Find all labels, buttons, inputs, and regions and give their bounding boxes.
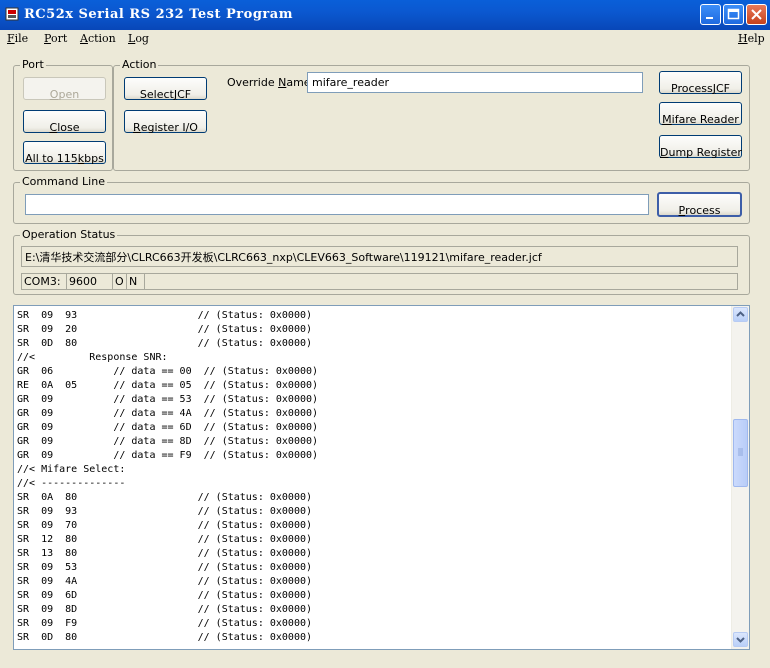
select-jcf-button[interactable]: Select JCF: [124, 77, 207, 101]
log-line: SR 0D 80 // (Status: 0x0000): [17, 632, 313, 643]
log-lines: SR 09 93 // (Status: 0x0000) SR 09 20 // …: [17, 309, 318, 645]
log-line: SR 09 70 // (Status: 0x0000): [17, 520, 313, 531]
close-port-button[interactable]: Close: [23, 110, 106, 134]
connection-status-bar: COM3: 9600 O N: [21, 273, 738, 290]
port-group-label: Port: [20, 58, 46, 71]
menu-action[interactable]: Action: [80, 32, 116, 45]
baud-status: 9600: [67, 274, 113, 289]
port-status: COM3:: [22, 274, 67, 289]
window-title: RC52x Serial RS 232 Test Program: [24, 7, 293, 22]
action-group-label: Action: [120, 58, 159, 71]
scroll-down-button[interactable]: [733, 632, 748, 647]
log-line: GR 09 // data == 4A // (Status: 0x0000): [17, 408, 319, 419]
main-window: RC52x Serial RS 232 Test Program File Po…: [0, 0, 770, 668]
override-name-label: Override Name:: [227, 76, 315, 89]
process-command-button[interactable]: Process: [657, 192, 742, 217]
close-button[interactable]: [746, 4, 767, 25]
log-line: SR 09 F9 // (Status: 0x0000): [17, 618, 313, 629]
mifare-reader-button[interactable]: Mifare Reader: [659, 102, 742, 126]
minimize-button[interactable]: [700, 4, 721, 25]
log-line: SR 09 8D // (Status: 0x0000): [17, 604, 313, 615]
jcf-path-display: E:\清华技术交流部分\CLRC663开发板\CLRC663_nxp\CLEV6…: [21, 246, 738, 267]
log-line: GR 06 // data == 00 // (Status: 0x0000): [17, 366, 319, 377]
log-line: SR 0D 80 // (Status: 0x0000): [17, 338, 313, 349]
register-io-button[interactable]: Register I/O: [124, 110, 207, 134]
log-line: GR 09 // data == 53 // (Status: 0x0000): [17, 394, 319, 405]
minimize-icon: [706, 17, 713, 19]
scroll-thumb[interactable]: [733, 419, 748, 487]
grip-icon: [738, 448, 743, 456]
chevron-down-icon: [736, 637, 745, 643]
status-flag-1: O: [113, 274, 127, 289]
baud-115k-button[interactable]: All to 115 kbps: [23, 141, 106, 165]
chevron-up-icon: [736, 311, 745, 317]
menu-file[interactable]: File: [7, 32, 28, 45]
log-line: //< Mifare Select:: [17, 464, 126, 475]
dump-register-button[interactable]: Dump Register: [659, 135, 742, 159]
title-bar[interactable]: RC52x Serial RS 232 Test Program: [0, 0, 770, 30]
maximize-icon: [727, 8, 740, 20]
log-line: SR 09 6D // (Status: 0x0000): [17, 590, 313, 601]
log-line: //< --------------: [17, 478, 126, 489]
log-line: SR 09 4A // (Status: 0x0000): [17, 576, 313, 587]
close-icon: [751, 9, 762, 20]
log-line: SR 0A 80 // (Status: 0x0000): [17, 492, 313, 503]
process-jcf-button[interactable]: Process JCF: [659, 71, 742, 95]
log-line: SR 12 80 // (Status: 0x0000): [17, 534, 313, 545]
log-line: SR 09 93 // (Status: 0x0000): [17, 310, 313, 321]
menu-port[interactable]: Port: [44, 32, 67, 45]
open-button[interactable]: Open: [23, 77, 106, 101]
log-line: SR 13 80 // (Status: 0x0000): [17, 548, 313, 559]
log-output[interactable]: SR 09 93 // (Status: 0x0000) SR 09 20 // …: [13, 305, 750, 650]
log-line: GR 09 // data == 6D // (Status: 0x0000): [17, 422, 319, 433]
command-line-input[interactable]: [25, 194, 649, 215]
menu-help[interactable]: Help: [738, 32, 765, 45]
menu-bar: File Port Action Log Help: [0, 30, 770, 48]
log-line: SR 09 53 // (Status: 0x0000): [17, 562, 313, 573]
serial-port-icon: [5, 7, 19, 21]
scroll-up-button[interactable]: [733, 307, 748, 322]
log-line: SR 09 20 // (Status: 0x0000): [17, 324, 313, 335]
menu-log[interactable]: Log: [128, 32, 149, 45]
log-line: //< Response SNR:: [17, 352, 168, 363]
log-line: RE 0A 05 // data == 05 // (Status: 0x000…: [17, 380, 319, 391]
operation-status-label: Operation Status: [20, 228, 118, 241]
log-line: GR 09 // data == F9 // (Status: 0x0000): [17, 450, 319, 461]
log-line: GR 09 // data == 8D // (Status: 0x0000): [17, 436, 319, 447]
override-name-input[interactable]: mifare_reader: [307, 72, 643, 93]
window-bottom-edge: [0, 652, 770, 668]
log-scrollbar[interactable]: [731, 306, 749, 649]
log-line: SR 09 93 // (Status: 0x0000): [17, 506, 313, 517]
status-flag-2: N: [127, 274, 145, 289]
command-line-label: Command Line: [20, 175, 107, 188]
maximize-button[interactable]: [723, 4, 744, 25]
